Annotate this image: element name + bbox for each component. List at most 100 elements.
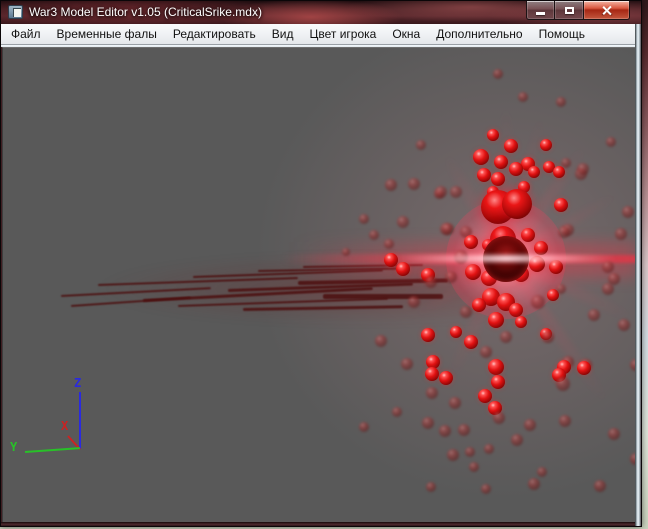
particle-sphere	[594, 480, 606, 492]
axis-x-label: X	[61, 419, 69, 433]
particle-sphere	[435, 186, 447, 198]
particle-sphere	[540, 139, 552, 151]
flare-band	[396, 255, 616, 262]
particle-sphere	[602, 261, 614, 273]
particle-sphere	[396, 262, 410, 276]
particle-sphere	[524, 419, 536, 431]
particle-sphere	[359, 214, 369, 224]
close-button[interactable]	[583, 1, 630, 20]
menu-item-7[interactable]: Помощь	[531, 24, 593, 44]
particle-sphere	[439, 425, 451, 437]
particle-sphere	[502, 189, 532, 219]
particle-sphere	[469, 462, 479, 472]
model-viewport[interactable]: Z X Y	[2, 47, 636, 524]
close-icon	[601, 5, 612, 16]
axis-y-label: Y	[10, 440, 18, 454]
window-border-right	[635, 24, 641, 526]
particle-sphere	[615, 228, 627, 240]
particle-sphere	[385, 179, 397, 191]
particle-sphere	[460, 306, 472, 318]
particle-sphere	[556, 377, 570, 391]
menu-item-4[interactable]: Цвет игрока	[301, 24, 384, 44]
particle-sphere	[556, 284, 566, 294]
app-icon	[8, 5, 23, 19]
window-border-bottom	[1, 522, 635, 526]
particle-sphere	[500, 331, 512, 343]
particle-sphere	[464, 335, 478, 349]
particle-sphere	[608, 428, 620, 440]
particle-sphere	[484, 444, 494, 454]
particle-sphere	[556, 97, 566, 107]
particle-sphere	[577, 361, 591, 375]
menu-bar: Файл Временные фалы Редактировать Вид Цвет и…	[1, 24, 641, 45]
maximize-button[interactable]	[555, 1, 583, 20]
particle-sphere	[426, 482, 436, 492]
particle-sphere	[425, 276, 437, 288]
particle-sphere	[397, 216, 409, 228]
particle-sphere	[458, 424, 470, 436]
particle-sphere	[392, 407, 402, 417]
particle-sphere	[534, 241, 548, 255]
particle-sphere	[416, 140, 426, 150]
particle-sphere	[465, 264, 481, 280]
particle-sphere	[472, 298, 486, 312]
particle-sphere	[450, 326, 462, 338]
particle-sphere	[577, 163, 589, 175]
particle-sphere	[445, 271, 457, 283]
particle-sphere	[369, 230, 379, 240]
particle-sphere	[491, 172, 505, 186]
particle-sphere	[488, 359, 504, 375]
particle-sphere	[425, 367, 439, 381]
particle-sphere	[558, 226, 570, 238]
particle-sphere	[447, 449, 459, 461]
particle-sphere	[602, 283, 614, 295]
particle-sphere	[549, 260, 563, 274]
minimize-button[interactable]	[526, 1, 555, 20]
particle-sphere	[622, 206, 634, 218]
particle-sphere	[478, 389, 492, 403]
particle-sphere	[342, 248, 350, 256]
menu-item-1[interactable]: Временные фалы	[49, 24, 165, 44]
menu-item-0[interactable]: Файл	[1, 24, 49, 44]
particle-sphere	[493, 69, 503, 79]
axis-z-label: Z	[74, 376, 82, 390]
particle-sphere	[477, 168, 491, 182]
title-bar[interactable]: War3 Model Editor v1.05 (CriticalSrike.m…	[1, 1, 641, 24]
particle-sphere	[521, 228, 535, 242]
particle-sphere	[439, 371, 453, 385]
menu-item-5[interactable]: Окна	[384, 24, 428, 44]
axis-z-line	[79, 392, 81, 449]
particle-sphere	[375, 335, 387, 347]
particle-sphere	[481, 484, 491, 494]
axis-y-line	[24, 447, 80, 453]
particle-sphere	[559, 415, 571, 427]
menu-item-3[interactable]: Вид	[264, 24, 302, 44]
menu-item-6[interactable]: Дополнительно	[428, 24, 530, 44]
particle-sphere	[518, 92, 528, 102]
minimize-icon	[536, 12, 545, 15]
particle-sphere	[488, 312, 504, 328]
particle-sphere	[442, 223, 454, 235]
particle-sphere	[487, 129, 499, 141]
particle-sphere	[588, 309, 600, 321]
particle-sphere	[465, 447, 475, 457]
desktop: War3 Model Editor v1.05 (CriticalSrike.m…	[0, 0, 648, 529]
particle-sphere	[515, 316, 527, 328]
particle-sphere	[359, 422, 369, 432]
particle-sphere	[464, 235, 478, 249]
particle-sphere	[491, 375, 505, 389]
particle-sphere	[408, 296, 420, 308]
menu-item-2[interactable]: Редактировать	[165, 24, 264, 44]
particle-sphere	[494, 155, 508, 169]
particle-sphere	[618, 319, 630, 331]
particle-sphere	[421, 328, 435, 342]
app-window: War3 Model Editor v1.05 (CriticalSrike.m…	[0, 0, 642, 527]
particle-sphere	[537, 467, 547, 477]
particle-sphere	[422, 417, 434, 429]
window-controls	[526, 1, 630, 20]
particle-sphere	[480, 346, 492, 358]
particle-sphere	[554, 198, 568, 212]
particle-sphere	[542, 331, 554, 343]
particle-sphere	[528, 166, 540, 178]
particle-sphere	[426, 387, 438, 399]
